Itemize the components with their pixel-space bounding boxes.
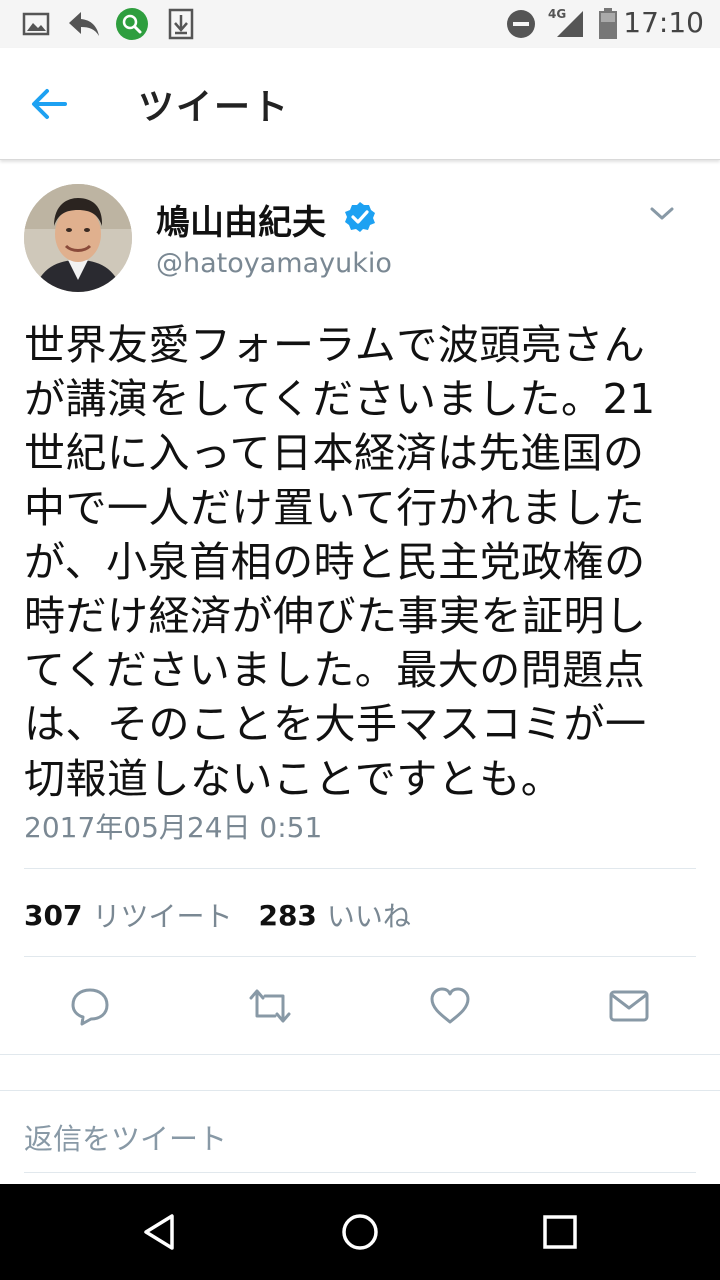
tweet-text-line: てくださいました。最大の問題点	[24, 646, 646, 695]
signal-icon	[552, 8, 586, 40]
author-name[interactable]: 鳩山由紀夫	[156, 195, 326, 244]
tweet-text-line: 中で一人だけ置いて行かれました	[24, 483, 646, 532]
tweet-text-line: が講演をしてくださいました。21	[24, 375, 656, 424]
status-bar: 4G 17:10	[0, 0, 720, 48]
tweet-text-line: は、そのことを大手マスコミが一	[24, 700, 647, 749]
divider	[24, 956, 696, 957]
divider	[0, 1090, 720, 1091]
tweet-timestamp: 2017年05月24日 0:51	[24, 811, 323, 844]
gallery-icon	[20, 8, 52, 40]
back-arrow-icon[interactable]	[22, 78, 76, 130]
tweet-text-line: 時だけ経済が伸びた事実を証明し	[24, 592, 647, 641]
page-title: ツイート	[138, 87, 291, 128]
nav-back-icon[interactable]	[136, 1208, 184, 1256]
nav-recents-icon[interactable]	[536, 1208, 584, 1256]
reply-arrow-icon	[66, 8, 102, 40]
tweet-text-line: 世界友愛フォーラムで波頭亮さん	[24, 321, 646, 369]
tweet-text-line: 世紀に入って日本経済は先進国の	[24, 429, 645, 478]
clock: 17:10	[623, 6, 704, 39]
divider	[24, 868, 696, 869]
tweet-text: 世界友愛フォーラムで波頭亮さん が講演をしてくださいました。21 世紀に入って日…	[24, 318, 704, 806]
tweet-text-line: 切報道しないことですとも。	[24, 754, 563, 803]
like-count[interactable]: 283	[258, 899, 316, 932]
battery-icon	[596, 8, 620, 40]
reply-input[interactable]: 返信をツイート	[24, 1116, 227, 1158]
divider	[24, 1172, 696, 1173]
tweet-stats: 307 リツイート 283 いいね	[24, 895, 437, 935]
message-icon[interactable]	[605, 982, 653, 1030]
download-icon	[166, 8, 196, 40]
like-count-label[interactable]: いいね	[327, 895, 411, 935]
reply-icon[interactable]	[66, 982, 114, 1030]
retweet-icon[interactable]	[246, 982, 294, 1030]
app-bar: ツイート	[0, 48, 720, 160]
like-icon[interactable]	[426, 982, 474, 1030]
search-badge-icon	[114, 8, 150, 40]
retweet-count[interactable]: 307	[24, 899, 82, 932]
do-not-disturb-icon	[505, 8, 537, 40]
nav-home-icon[interactable]	[336, 1208, 384, 1256]
retweet-count-label[interactable]: リツイート	[92, 895, 232, 935]
avatar[interactable]	[24, 184, 132, 292]
verified-badge-icon	[344, 201, 376, 233]
author-handle[interactable]: @hatoyamayukio	[156, 248, 392, 279]
navigation-bar	[0, 1184, 720, 1280]
divider	[0, 1054, 720, 1055]
chevron-down-icon[interactable]	[646, 200, 678, 228]
tweet-text-line: が、小泉首相の時と民主党政権の	[24, 537, 646, 586]
